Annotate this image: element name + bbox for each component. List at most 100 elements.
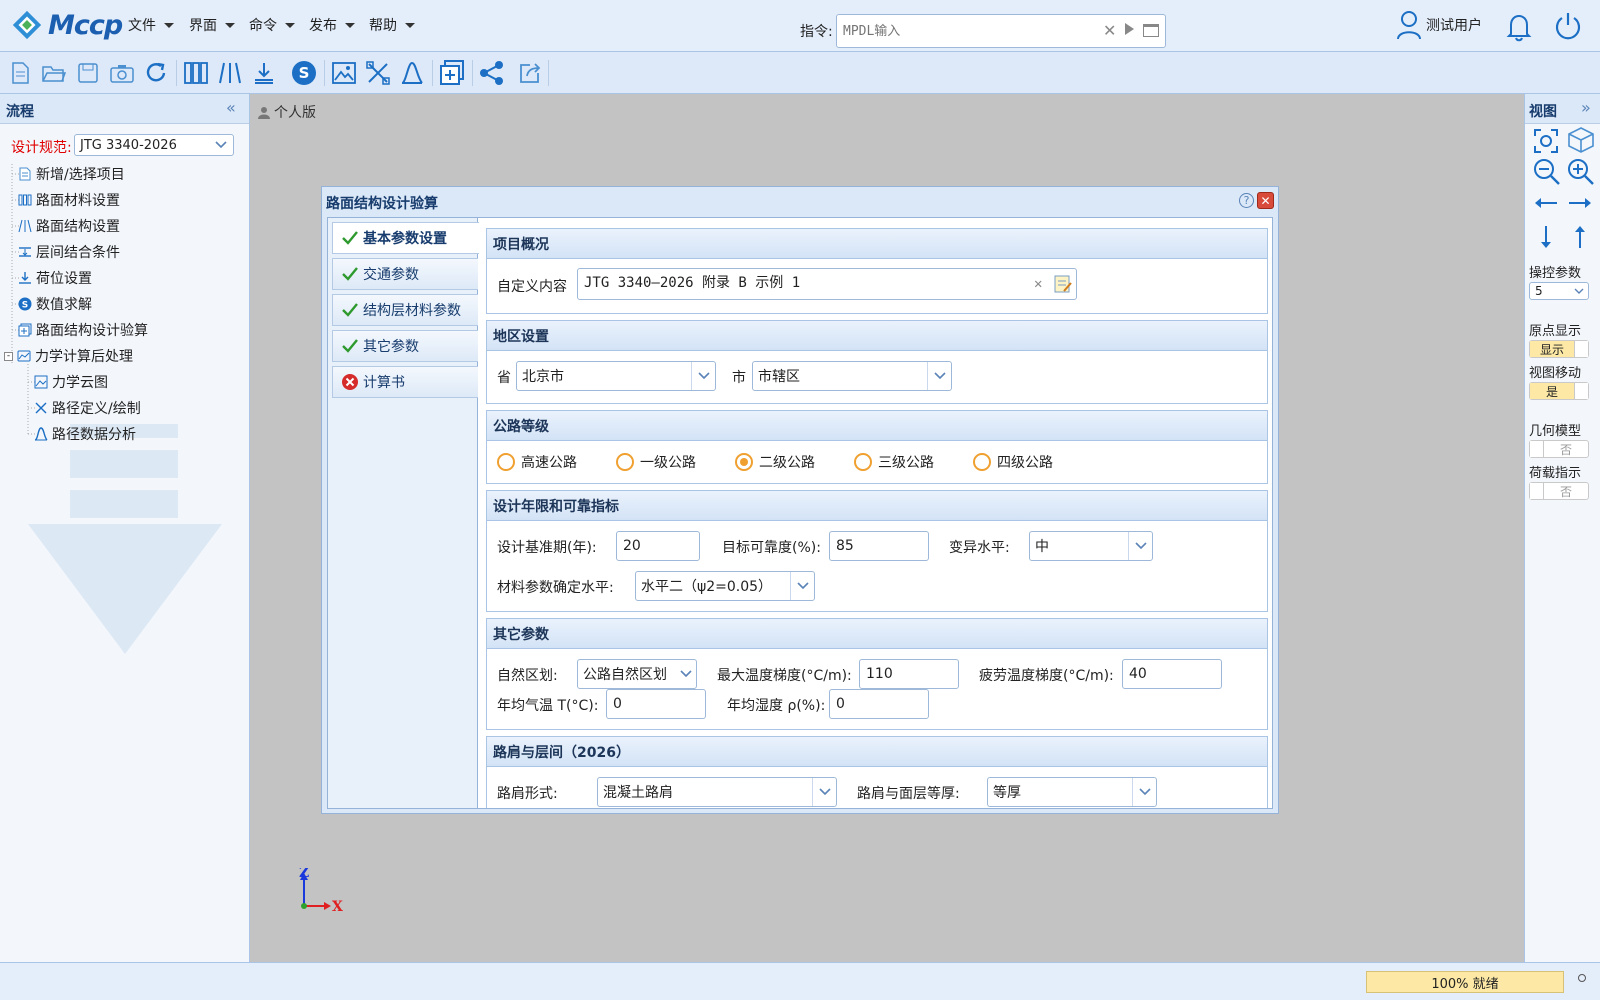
load-indicator-toggle[interactable]: 否	[1529, 482, 1589, 500]
tree-item-label: 荷位设置	[36, 271, 92, 287]
tree-item-path-define[interactable]: 路径定义/绘制	[34, 397, 141, 419]
tab-label: 交通参数	[363, 267, 419, 283]
camera-icon[interactable]	[108, 59, 136, 87]
toggle-knob	[1530, 483, 1544, 499]
radio-expressway[interactable]: 高速公路	[497, 452, 577, 472]
shoulder-thickness-value: 等厚	[993, 785, 1021, 801]
chevron-down-icon	[225, 22, 235, 28]
tab-basic-params[interactable]: 基本参数设置	[332, 222, 479, 254]
zoom-out-icon[interactable]	[1533, 158, 1561, 186]
toggle-knob	[1530, 441, 1544, 457]
tab-traffic-params[interactable]: 交通参数	[332, 258, 478, 290]
close-icon[interactable]: ✕	[1257, 192, 1274, 209]
radio-first-class[interactable]: 一级公路	[616, 452, 696, 472]
design-period-input[interactable]: 20	[616, 531, 700, 561]
structure-icon[interactable]	[216, 59, 244, 87]
tree-item-load[interactable]: 荷位设置	[18, 267, 92, 289]
toolbar: S	[0, 52, 1600, 94]
app-logo[interactable]: Mccp	[10, 8, 123, 42]
view-panel: 视图 » 操控参数 5 原点显示 显示 视图移动 是 几何模型 否 荷载指示 否	[1524, 94, 1600, 962]
origin-display-toggle[interactable]: 显示	[1529, 340, 1589, 358]
cube-view-icon[interactable]	[1567, 126, 1595, 154]
tree-item-label: 新增/选择项目	[36, 167, 125, 183]
shoulder-form-select[interactable]: 混凝土路肩	[597, 777, 837, 807]
tab-other-params[interactable]: 其它参数	[332, 330, 478, 362]
image-icon[interactable]	[330, 59, 358, 87]
zoom-in-icon[interactable]	[1567, 158, 1595, 186]
tab-layer-material-params[interactable]: 结构层材料参数	[332, 294, 478, 326]
tree-item-cloud-map[interactable]: 力学云图	[34, 371, 108, 393]
verify-icon[interactable]	[438, 59, 466, 87]
menu-file[interactable]: 文件	[128, 15, 174, 35]
run-icon[interactable]	[1125, 23, 1134, 35]
annual-humidity-input[interactable]: 0	[829, 689, 929, 719]
save-icon[interactable]	[74, 59, 102, 87]
material-icon[interactable]	[182, 59, 210, 87]
tree-item-new-project[interactable]: 新增/选择项目	[18, 163, 125, 185]
share-icon[interactable]	[478, 59, 506, 87]
collapse-node-icon[interactable]: -	[4, 351, 13, 361]
variation-level-select[interactable]: 中	[1029, 531, 1153, 561]
tree-item-solve[interactable]: S 数值求解	[18, 293, 92, 315]
load-icon[interactable]	[250, 59, 278, 87]
menu-command[interactable]: 命令	[249, 15, 295, 35]
collapse-right-icon[interactable]: »	[1581, 98, 1591, 117]
move-up-icon[interactable]	[1573, 224, 1587, 250]
path-define-icon[interactable]	[364, 59, 392, 87]
shoulder-thickness-select[interactable]: 等厚	[987, 777, 1157, 807]
new-file-icon[interactable]	[6, 59, 34, 87]
user-menu[interactable]: 测试用户	[1396, 10, 1482, 40]
menu-view[interactable]: 界面	[189, 15, 235, 35]
fit-view-icon[interactable]	[1533, 128, 1559, 154]
toggle-knob	[1574, 341, 1588, 357]
city-select[interactable]: 市辖区	[752, 361, 952, 391]
view-move-label: 视图移动	[1529, 366, 1582, 381]
edit-note-icon[interactable]	[1054, 275, 1072, 293]
bell-icon[interactable]	[1506, 12, 1532, 42]
dialog-tabs: 基本参数设置 交通参数 结构层材料参数 其它参数 计算书	[328, 218, 479, 808]
control-param-select[interactable]: 5	[1529, 282, 1589, 300]
move-left-icon[interactable]	[1533, 196, 1559, 210]
tree-item-verify[interactable]: 路面结构设计验算	[18, 319, 148, 341]
clear-icon[interactable]: ✕	[1103, 21, 1116, 40]
command-input[interactable]	[843, 21, 1093, 41]
refresh-icon[interactable]	[142, 59, 170, 87]
tree-item-material[interactable]: 路面材料设置	[18, 189, 120, 211]
natural-zone-select[interactable]: 公路自然区划	[577, 659, 697, 689]
power-icon[interactable]	[1553, 11, 1583, 41]
help-icon[interactable]: ?	[1239, 193, 1254, 208]
tree-item-interlayer[interactable]: 层间结合条件	[18, 241, 120, 263]
radio-fourth-class[interactable]: 四级公路	[973, 452, 1053, 472]
radio-third-class[interactable]: 三级公路	[854, 452, 934, 472]
clear-icon[interactable]: ✕	[1034, 276, 1042, 292]
annual-temp-label: 年均气温 T(°C):	[497, 698, 599, 714]
window-icon[interactable]	[1143, 24, 1159, 37]
tab-report[interactable]: 计算书	[332, 366, 478, 398]
target-reliability-input[interactable]: 85	[829, 531, 929, 561]
menu-help[interactable]: 帮助	[369, 15, 415, 35]
view-panel-header: 视图 »	[1525, 94, 1600, 124]
open-folder-icon[interactable]	[40, 59, 68, 87]
annual-temp-input[interactable]: 0	[606, 689, 706, 719]
solve-icon[interactable]: S	[290, 59, 318, 87]
collapse-left-icon[interactable]: «	[226, 98, 236, 117]
tree-item-path-analysis[interactable]: 路径数据分析	[34, 423, 136, 445]
path-analysis-icon[interactable]	[398, 59, 426, 87]
fatigue-temp-gradient-input[interactable]: 40	[1122, 659, 1222, 689]
custom-content-input[interactable]: JTG 3340—2026 附录 B 示例 1 ✕	[577, 268, 1077, 300]
view-move-toggle[interactable]: 是	[1529, 382, 1589, 400]
export-icon[interactable]	[516, 59, 544, 87]
menu-publish[interactable]: 发布	[309, 15, 355, 35]
radio-second-class[interactable]: 二级公路	[735, 452, 815, 472]
geometry-model-toggle[interactable]: 否	[1529, 440, 1589, 458]
tree-item-postprocess[interactable]: - 力学计算后处理	[4, 345, 133, 367]
max-temp-gradient-input[interactable]: 110	[859, 659, 959, 689]
design-spec-select[interactable]: JTG 3340-2026	[74, 134, 234, 156]
tree-item-structure[interactable]: 路面结构设置	[18, 215, 120, 237]
geometry-model-value: 否	[1559, 442, 1572, 457]
province-select[interactable]: 北京市	[516, 361, 716, 391]
material-level-select[interactable]: 水平二（ψ2=0.05）	[635, 571, 815, 601]
move-down-icon[interactable]	[1539, 224, 1553, 250]
move-right-icon[interactable]	[1567, 196, 1593, 210]
check-icon	[342, 339, 358, 353]
